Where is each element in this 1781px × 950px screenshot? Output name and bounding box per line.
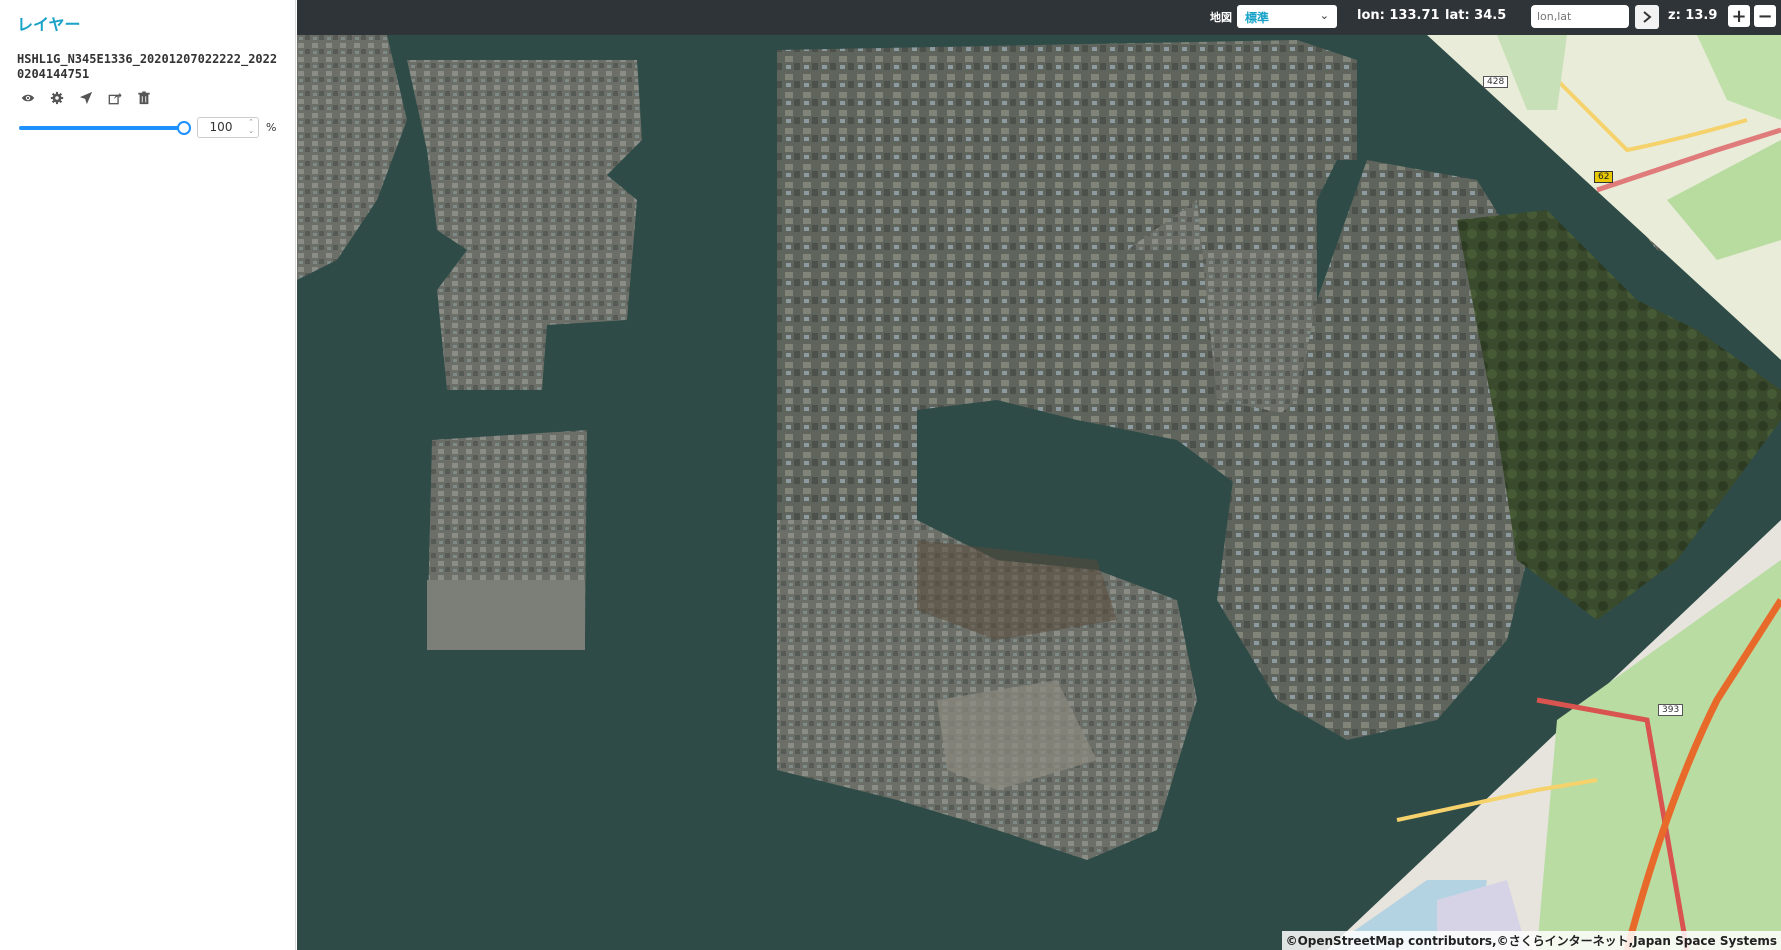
opacity-slider-track bbox=[19, 126, 186, 130]
layer-name: HSHL1G_N345E1336_20201207022222_20220204… bbox=[17, 52, 278, 81]
chevron-right-icon bbox=[1643, 11, 1652, 23]
zoom-out-button[interactable]: − bbox=[1754, 5, 1776, 27]
go-to-coordinate-button[interactable] bbox=[1635, 5, 1659, 29]
satellite-imagery bbox=[297, 0, 1781, 950]
route-428-shield: 428 bbox=[1483, 76, 1509, 88]
chevron-down-icon: ⌄ bbox=[1319, 9, 1329, 22]
opacity-slider-handle[interactable] bbox=[177, 121, 191, 135]
locate-icon[interactable] bbox=[78, 90, 94, 106]
eye-icon[interactable] bbox=[20, 90, 36, 106]
latitude-readout: lat: 34.5 bbox=[1445, 8, 1507, 23]
route-393-shield: 393 bbox=[1658, 704, 1684, 716]
share-icon[interactable] bbox=[107, 90, 123, 106]
basemap-label: 地図 bbox=[1210, 11, 1232, 24]
gear-icon[interactable] bbox=[49, 90, 65, 106]
layer-tools bbox=[20, 90, 152, 108]
trash-icon[interactable] bbox=[136, 90, 152, 106]
opacity-slider[interactable] bbox=[19, 121, 191, 135]
map-toolbar: 地図 標準 ⌄ lon: 133.71 lat: 34.5 z: 13.9 + … bbox=[297, 0, 1781, 35]
basemap-select[interactable]: 標準 ⌄ bbox=[1237, 5, 1337, 28]
coordinate-search-input[interactable] bbox=[1531, 5, 1629, 28]
opacity-unit: % bbox=[266, 121, 277, 134]
opacity-stepper[interactable]: ⌃ ⌄ bbox=[246, 118, 256, 137]
map-view[interactable]: 62 428 393 ©OpenStreetMap contributors,©… bbox=[297, 0, 1781, 950]
panel-title: レイヤー bbox=[17, 15, 81, 34]
map-attribution: ©OpenStreetMap contributors,©さくらインターネット,… bbox=[1281, 931, 1781, 950]
zoom-in-button[interactable]: + bbox=[1728, 5, 1750, 27]
basemap-selected-value: 標準 bbox=[1245, 11, 1270, 25]
longitude-readout: lon: 133.71 bbox=[1357, 8, 1440, 23]
layer-panel: レイヤー HSHL1G_N345E1336_20201207022222_202… bbox=[0, 0, 296, 950]
zoom-level-readout: z: 13.9 bbox=[1668, 8, 1718, 23]
route-62-shield: 62 bbox=[1594, 171, 1614, 183]
